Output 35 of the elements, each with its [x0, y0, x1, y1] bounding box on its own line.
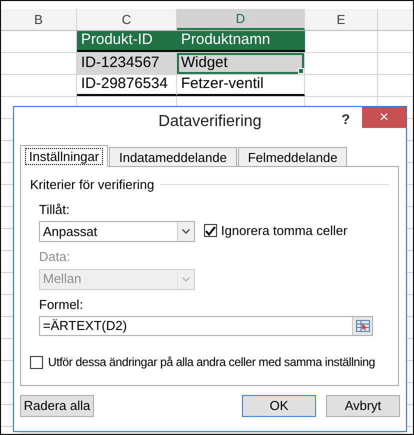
tab[interactable]: Felmeddelande [238, 147, 348, 166]
formula-field[interactable]: =ÄRTEXT(D2) [39, 316, 373, 336]
column-header[interactable]: D [177, 9, 305, 30]
close-button[interactable]: × [362, 107, 406, 128]
fill-handle[interactable] [298, 68, 304, 74]
chevron-down-icon [182, 229, 190, 234]
tab[interactable]: Inställningar [20, 145, 108, 167]
tab[interactable]: Indatameddelande [109, 147, 237, 166]
field-label: Data: [39, 248, 72, 266]
help-button[interactable]: ? [341, 109, 350, 130]
field-label: Tillåt: [39, 200, 71, 218]
column-header[interactable]: E [305, 9, 378, 30]
table-header-cell: Produktnamn [177, 31, 305, 52]
dialog-button[interactable]: OK [242, 395, 316, 417]
field-label: Formel: [39, 296, 84, 314]
table-header-cell: Produkt-ID [77, 31, 177, 52]
dropdown: Mellan [39, 268, 195, 290]
checkbox[interactable] [30, 356, 43, 368]
checkbox-label: Ignorera tomma celler [221, 222, 348, 240]
dropdown[interactable]: Anpassat [39, 221, 195, 242]
dialog-button[interactable]: Radera alla [20, 395, 94, 417]
chevron-down-icon [182, 276, 190, 282]
table-cell[interactable]: ID-1234567 [77, 53, 177, 74]
checkbox[interactable] [204, 224, 217, 237]
grid-arrow-icon [356, 320, 370, 332]
range-select-button[interactable] [352, 317, 372, 335]
group-label: Kriterier för verifiering [30, 176, 154, 194]
checkbox-label: Utför dessa ändringar på alla andra celler med samma inställning [48, 353, 375, 371]
column-header[interactable]: B [1, 9, 77, 30]
table-cell[interactable]: Fetzer-ventil [177, 75, 305, 96]
dialog-button[interactable]: Avbryt [326, 395, 400, 417]
table-cell[interactable]: ID-29876534 [77, 75, 177, 96]
checkmark-icon [205, 226, 216, 236]
table-cell[interactable]: Widget [177, 53, 305, 74]
window-title: Dataverifiering [158, 112, 262, 132]
